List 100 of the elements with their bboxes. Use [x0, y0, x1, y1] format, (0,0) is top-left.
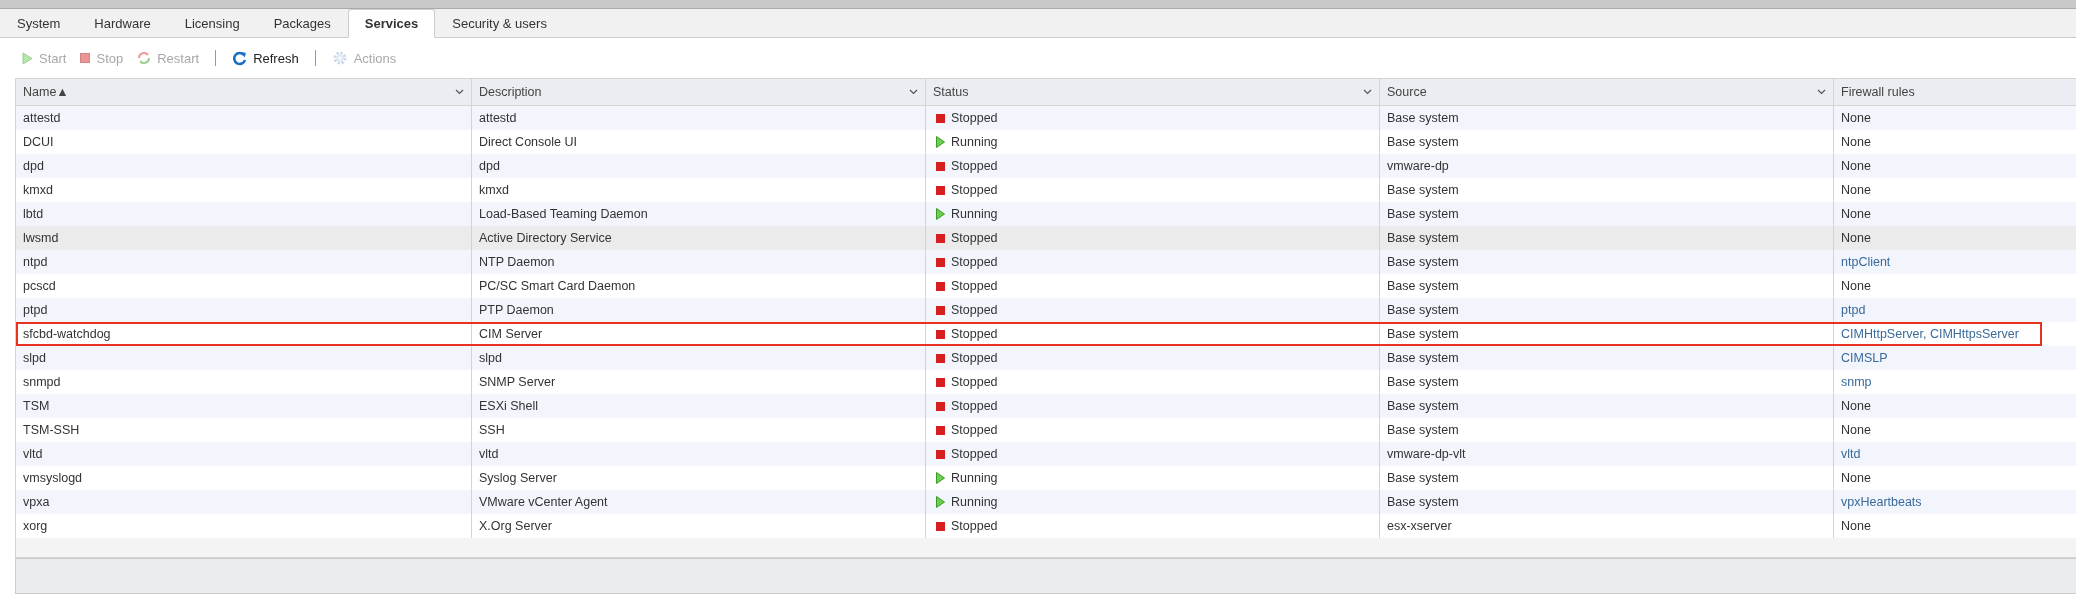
- table-row[interactable]: vpxa VMware vCenter Agent Running Base system vpxHeartbeats: [16, 490, 2076, 514]
- table-cell: slpd: [479, 351, 502, 365]
- table-cell: Base system: [1387, 183, 1459, 197]
- table-cell: X.Org Server: [479, 519, 552, 533]
- table-cell: ptpd: [23, 303, 48, 317]
- table-cell: sfcbd-watchdog: [23, 327, 111, 341]
- table-cell: VMware vCenter Agent: [479, 495, 608, 509]
- table-cell: None: [1841, 207, 1871, 221]
- table-cell: Running: [951, 207, 998, 221]
- table-cell: pcscd: [23, 279, 56, 293]
- column-header[interactable]: Firewall rules: [1834, 79, 2076, 105]
- table-cell: vltd: [23, 447, 43, 461]
- table-cell: Active Directory Service: [479, 231, 612, 245]
- chevron-down-icon[interactable]: [909, 89, 918, 95]
- table-cell: None: [1841, 471, 1871, 485]
- tab[interactable]: Services: [347, 9, 436, 38]
- table-cell: None: [1841, 231, 1871, 245]
- table-cell: Stopped: [951, 303, 998, 317]
- table-cell: PC/SC Smart Card Daemon: [479, 279, 636, 293]
- table-cell: dpd: [23, 159, 44, 173]
- table-cell: SNMP Server: [479, 375, 556, 389]
- table-row[interactable]: ntpd NTP Daemon Stopped Base system ntpClient: [16, 250, 2076, 274]
- table-cell: Base system: [1387, 135, 1459, 149]
- table-cell: None: [1841, 279, 1871, 293]
- table-cell: attestd: [479, 111, 517, 125]
- table-cell: xorg: [23, 519, 48, 533]
- table-cell: TSM-SSH: [23, 423, 80, 437]
- table-cell: Stopped: [951, 279, 998, 293]
- chevron-down-icon[interactable]: [1363, 89, 1372, 95]
- chevron-down-icon[interactable]: [1817, 89, 1826, 95]
- firewall-link[interactable]: vpxHeartbeats: [1841, 495, 1922, 509]
- column-header[interactable]: Status: [926, 79, 1380, 105]
- gear-icon: [331, 50, 348, 66]
- table-cell: Stopped: [951, 351, 998, 365]
- table-cell: vmware-dp-vlt: [1387, 447, 1466, 461]
- column-header[interactable]: Source: [1380, 79, 1834, 105]
- table-row[interactable]: lwsmd Active Directory Service Stopped Base system None: [16, 226, 2076, 250]
- table-cell: kmxd: [479, 183, 509, 197]
- stop-icon: [80, 53, 91, 63]
- table-cell: Base system: [1387, 207, 1459, 221]
- table-cell: ntpd: [23, 255, 48, 269]
- table-cell: SSH: [479, 423, 505, 437]
- table-cell: Base system: [1387, 303, 1459, 317]
- column-header[interactable]: Name▲: [16, 79, 472, 105]
- table-cell: None: [1841, 423, 1871, 437]
- tab[interactable]: Licensing: [167, 9, 257, 38]
- firewall-link[interactable]: CIMSLP: [1841, 351, 1888, 365]
- table-cell: Stopped: [951, 327, 998, 341]
- firewall-link[interactable]: vltd: [1841, 447, 1861, 461]
- table-cell: ESXi Shell: [479, 399, 539, 413]
- table-cell: Load-Based Teaming Daemon: [479, 207, 648, 221]
- restart-icon: [137, 51, 152, 65]
- table-row[interactable]: vltd vltd Stopped vmware-dp-vlt vltd: [16, 442, 2076, 466]
- table-cell: Stopped: [951, 255, 998, 269]
- table-cell: Direct Console UI: [479, 135, 577, 149]
- table-cell: lwsmd: [23, 231, 59, 245]
- tab[interactable]: Security & users: [435, 9, 564, 38]
- table-cell: None: [1841, 519, 1871, 533]
- tab[interactable]: System: [0, 9, 78, 38]
- table-cell: Stopped: [951, 111, 998, 125]
- tab[interactable]: Packages: [256, 9, 348, 38]
- table-cell: slpd: [23, 351, 46, 365]
- tab[interactable]: Hardware: [77, 9, 168, 38]
- table-cell: PTP Daemon: [479, 303, 554, 317]
- table-cell: None: [1841, 159, 1871, 173]
- table-cell: Base system: [1387, 231, 1459, 245]
- column-header[interactable]: Description: [472, 79, 926, 105]
- table-row[interactable]: TSM ESXi Shell Stopped Base system None: [16, 394, 2076, 418]
- table-cell: Running: [951, 495, 998, 509]
- firewall-link[interactable]: snmp: [1841, 375, 1872, 389]
- table-cell: Base system: [1387, 471, 1459, 485]
- table-cell: vltd: [479, 447, 499, 461]
- table-cell: Stopped: [951, 159, 998, 173]
- table-cell: vmsyslogd: [23, 471, 83, 485]
- table-cell: Base system: [1387, 423, 1459, 437]
- chevron-down-icon[interactable]: [455, 89, 464, 95]
- firewall-link[interactable]: ntpClient: [1841, 255, 1891, 269]
- table-row[interactable]: dpd dpd Stopped vmware-dp None: [16, 154, 2076, 178]
- table-cell: Base system: [1387, 111, 1459, 125]
- table-cell: esx-xserver: [1387, 519, 1452, 533]
- firewall-link[interactable]: CIMHttpServer, CIMHttpsServer: [1841, 327, 2019, 341]
- table-cell: TSM: [23, 399, 50, 413]
- table-row[interactable]: sfcbd-watchdog CIM Server Stopped Base system CIMHttpServer, CIMHttpsServer: [16, 322, 2042, 346]
- table-cell: Syslog Server: [479, 471, 557, 485]
- table-row[interactable]: attestd attestd Stopped Base system None: [16, 106, 2076, 130]
- table-row[interactable]: slpd slpd Stopped Base system CIMSLP: [16, 346, 2076, 370]
- table-cell: Stopped: [951, 519, 998, 533]
- table-cell: None: [1841, 399, 1871, 413]
- table-cell: NTP Daemon: [479, 255, 555, 269]
- table-row[interactable]: lbtd Load-Based Teaming Daemon Running Base system None: [16, 202, 2076, 226]
- table-cell: Stopped: [951, 375, 998, 389]
- table-cell: Stopped: [951, 423, 998, 437]
- table-cell: Running: [951, 471, 998, 485]
- table-cell: None: [1841, 183, 1871, 197]
- table-cell: None: [1841, 135, 1871, 149]
- table-cell: Stopped: [951, 447, 998, 461]
- firewall-link[interactable]: ptpd: [1841, 303, 1866, 317]
- table-cell: Base system: [1387, 351, 1459, 365]
- table-row[interactable]: ptpd PTP Daemon Stopped Base system ptpd: [16, 298, 2076, 322]
- refresh-button[interactable]: Refresh: [230, 48, 301, 68]
